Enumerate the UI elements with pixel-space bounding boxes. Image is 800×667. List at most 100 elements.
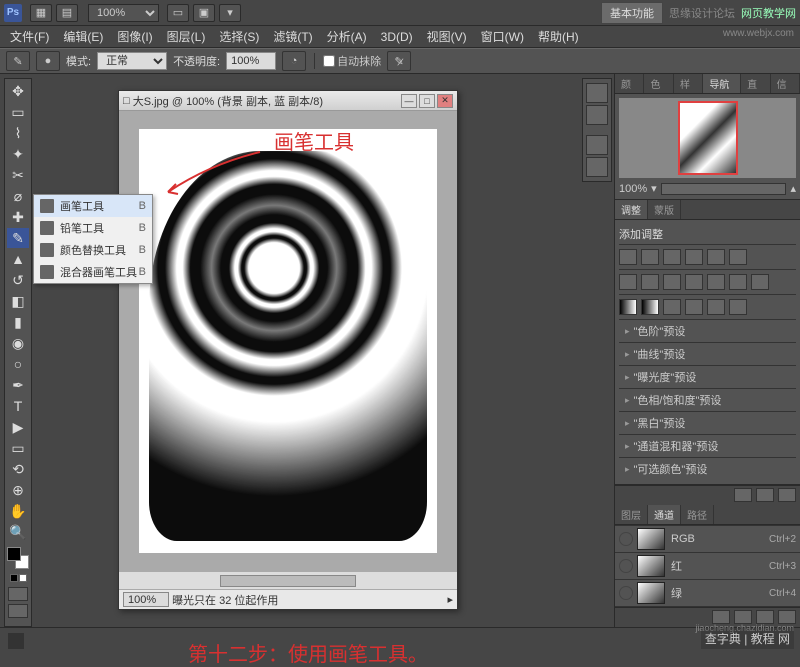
zoom-level-select[interactable]: 100% [88, 4, 159, 22]
blend-mode-select[interactable]: 正常 [97, 52, 167, 70]
3d-tool[interactable]: ⟲ [7, 459, 29, 479]
marquee-tool[interactable]: ▭ [7, 102, 29, 122]
channel-green[interactable]: 绿 Ctrl+4 [615, 579, 800, 606]
menu-help[interactable]: 帮助(H) [532, 26, 585, 47]
menu-filter[interactable]: 滤镜(T) [267, 26, 318, 47]
default-colors-icon[interactable] [10, 574, 27, 582]
history-panel-icon[interactable] [586, 83, 608, 103]
gradient-tool[interactable]: ▮ [7, 312, 29, 332]
gradient2-icon[interactable] [641, 299, 659, 315]
menu-3d[interactable]: 3D(D) [375, 28, 419, 46]
flyout-brush-tool[interactable]: 画笔工具 B [34, 195, 152, 217]
invert-icon[interactable] [685, 274, 703, 290]
tablet-pressure-icon[interactable]: ✎̷ [387, 51, 411, 71]
scrollbar-thumb[interactable] [220, 575, 355, 587]
document-titlebar[interactable]: □ 大S.jpg @ 100% (背景 副本, 蓝 副本/8) — □ ✕ [119, 91, 457, 111]
eyedropper-tool[interactable]: ⌀ [7, 186, 29, 206]
tab-channels[interactable]: 通道 [648, 505, 681, 524]
footer-icon[interactable] [8, 633, 24, 649]
adjust-footer-icon2[interactable] [756, 488, 774, 502]
adj-misc2-icon[interactable] [685, 299, 703, 315]
channel-red[interactable]: 红 Ctrl+3 [615, 552, 800, 579]
history-brush-tool[interactable]: ↺ [7, 270, 29, 290]
brush-tool[interactable]: ✎ [7, 228, 29, 248]
tab-color[interactable]: 颜色 [615, 74, 644, 93]
tab-adjustments[interactable]: 调整 [615, 200, 648, 219]
blur-tool[interactable]: ◉ [7, 333, 29, 353]
flyout-mixer-brush-tool[interactable]: 混合器画笔工具 B [34, 261, 152, 283]
gradient1-icon[interactable] [619, 299, 637, 315]
hand-tool[interactable]: ✋ [7, 501, 29, 521]
menu-image[interactable]: 图像(I) [111, 26, 158, 47]
tab-navigator[interactable]: 导航器 [703, 74, 741, 93]
preset-levels[interactable]: "色阶"预设 [619, 319, 796, 342]
load-selection-icon[interactable] [712, 610, 730, 624]
adjust-footer-icon1[interactable] [734, 488, 752, 502]
channel-mixer-icon[interactable] [663, 274, 681, 290]
pen-tool[interactable]: ✒ [7, 375, 29, 395]
selective-color-icon[interactable] [751, 274, 769, 290]
posterize-icon[interactable] [707, 274, 725, 290]
vibrance-icon[interactable] [707, 249, 725, 265]
screenmode-toggle-icon[interactable] [8, 604, 28, 618]
adj-misc1-icon[interactable] [663, 299, 681, 315]
preset-exposure[interactable]: "曝光度"预设 [619, 365, 796, 388]
tab-layers[interactable]: 图层 [615, 505, 648, 524]
menu-file[interactable]: 文件(F) [4, 26, 55, 47]
levels-icon[interactable] [641, 249, 659, 265]
horizontal-scrollbar[interactable] [119, 571, 457, 589]
doc-zoom-input[interactable] [123, 592, 169, 607]
tab-swatches[interactable]: 色板 [644, 74, 673, 93]
maximize-icon[interactable]: □ [419, 94, 435, 108]
adj-misc4-icon[interactable] [729, 299, 747, 315]
current-tool-icon[interactable]: ✎ [6, 51, 30, 71]
character-panel-icon[interactable] [586, 135, 608, 155]
pressure-opacity-icon[interactable]: ◔ [282, 51, 306, 71]
preset-channel-mixer[interactable]: "通道混和器"预设 [619, 434, 796, 457]
minibridge-icon[interactable]: ▤ [56, 4, 78, 22]
photo-filter-icon[interactable] [641, 274, 659, 290]
menu-view[interactable]: 视图(V) [421, 26, 473, 47]
adj-misc3-icon[interactable] [707, 299, 725, 315]
tab-styles[interactable]: 样式 [674, 74, 703, 93]
stamp-tool[interactable]: ▲ [7, 249, 29, 269]
brightness-icon[interactable] [619, 249, 637, 265]
flyout-color-replace-tool[interactable]: 颜色替换工具 B [34, 239, 152, 261]
heal-tool[interactable]: ✚ [7, 207, 29, 227]
actions-panel-icon[interactable] [586, 105, 608, 125]
lasso-tool[interactable]: ⌇ [7, 123, 29, 143]
save-selection-icon[interactable] [734, 610, 752, 624]
threshold-icon[interactable] [729, 274, 747, 290]
shape-tool[interactable]: ▭ [7, 438, 29, 458]
move-tool[interactable]: ✥ [7, 81, 29, 101]
exposure-icon[interactable] [685, 249, 703, 265]
path-select-tool[interactable]: ▶ [7, 417, 29, 437]
zoom-in-icon[interactable]: ▴ [790, 182, 796, 195]
tab-masks[interactable]: 蒙版 [648, 200, 681, 219]
dodge-tool[interactable]: ○ [7, 354, 29, 374]
color-swatches[interactable] [7, 547, 29, 569]
tab-paths[interactable]: 路径 [681, 505, 714, 524]
minimize-icon[interactable]: — [401, 94, 417, 108]
close-icon[interactable]: ✕ [437, 94, 453, 108]
type-tool[interactable]: T [7, 396, 29, 416]
zoom-out-icon[interactable]: ▾ [651, 182, 657, 195]
menu-edit[interactable]: 编辑(E) [57, 26, 109, 47]
3d-camera-tool[interactable]: ⊕ [7, 480, 29, 500]
document-canvas[interactable] [119, 111, 457, 571]
zoom-tool[interactable]: 🔍 [7, 522, 29, 542]
navigator-thumbnail[interactable] [619, 98, 796, 178]
preset-curves[interactable]: "曲线"预设 [619, 342, 796, 365]
brush-preset-icon[interactable]: ● [36, 51, 60, 71]
wand-tool[interactable]: ✦ [7, 144, 29, 164]
screenmode-icon[interactable]: ▣ [193, 4, 215, 22]
menu-window[interactable]: 窗口(W) [475, 26, 530, 47]
new-channel-icon[interactable] [756, 610, 774, 624]
curves-icon[interactable] [663, 249, 681, 265]
delete-channel-icon[interactable] [778, 610, 796, 624]
bridge-icon[interactable]: ▦ [30, 4, 52, 22]
eraser-tool[interactable]: ◧ [7, 291, 29, 311]
workspace-badge[interactable]: 基本功能 [601, 2, 663, 24]
visibility-icon[interactable] [619, 559, 633, 573]
menu-analysis[interactable]: 分析(A) [321, 26, 373, 47]
